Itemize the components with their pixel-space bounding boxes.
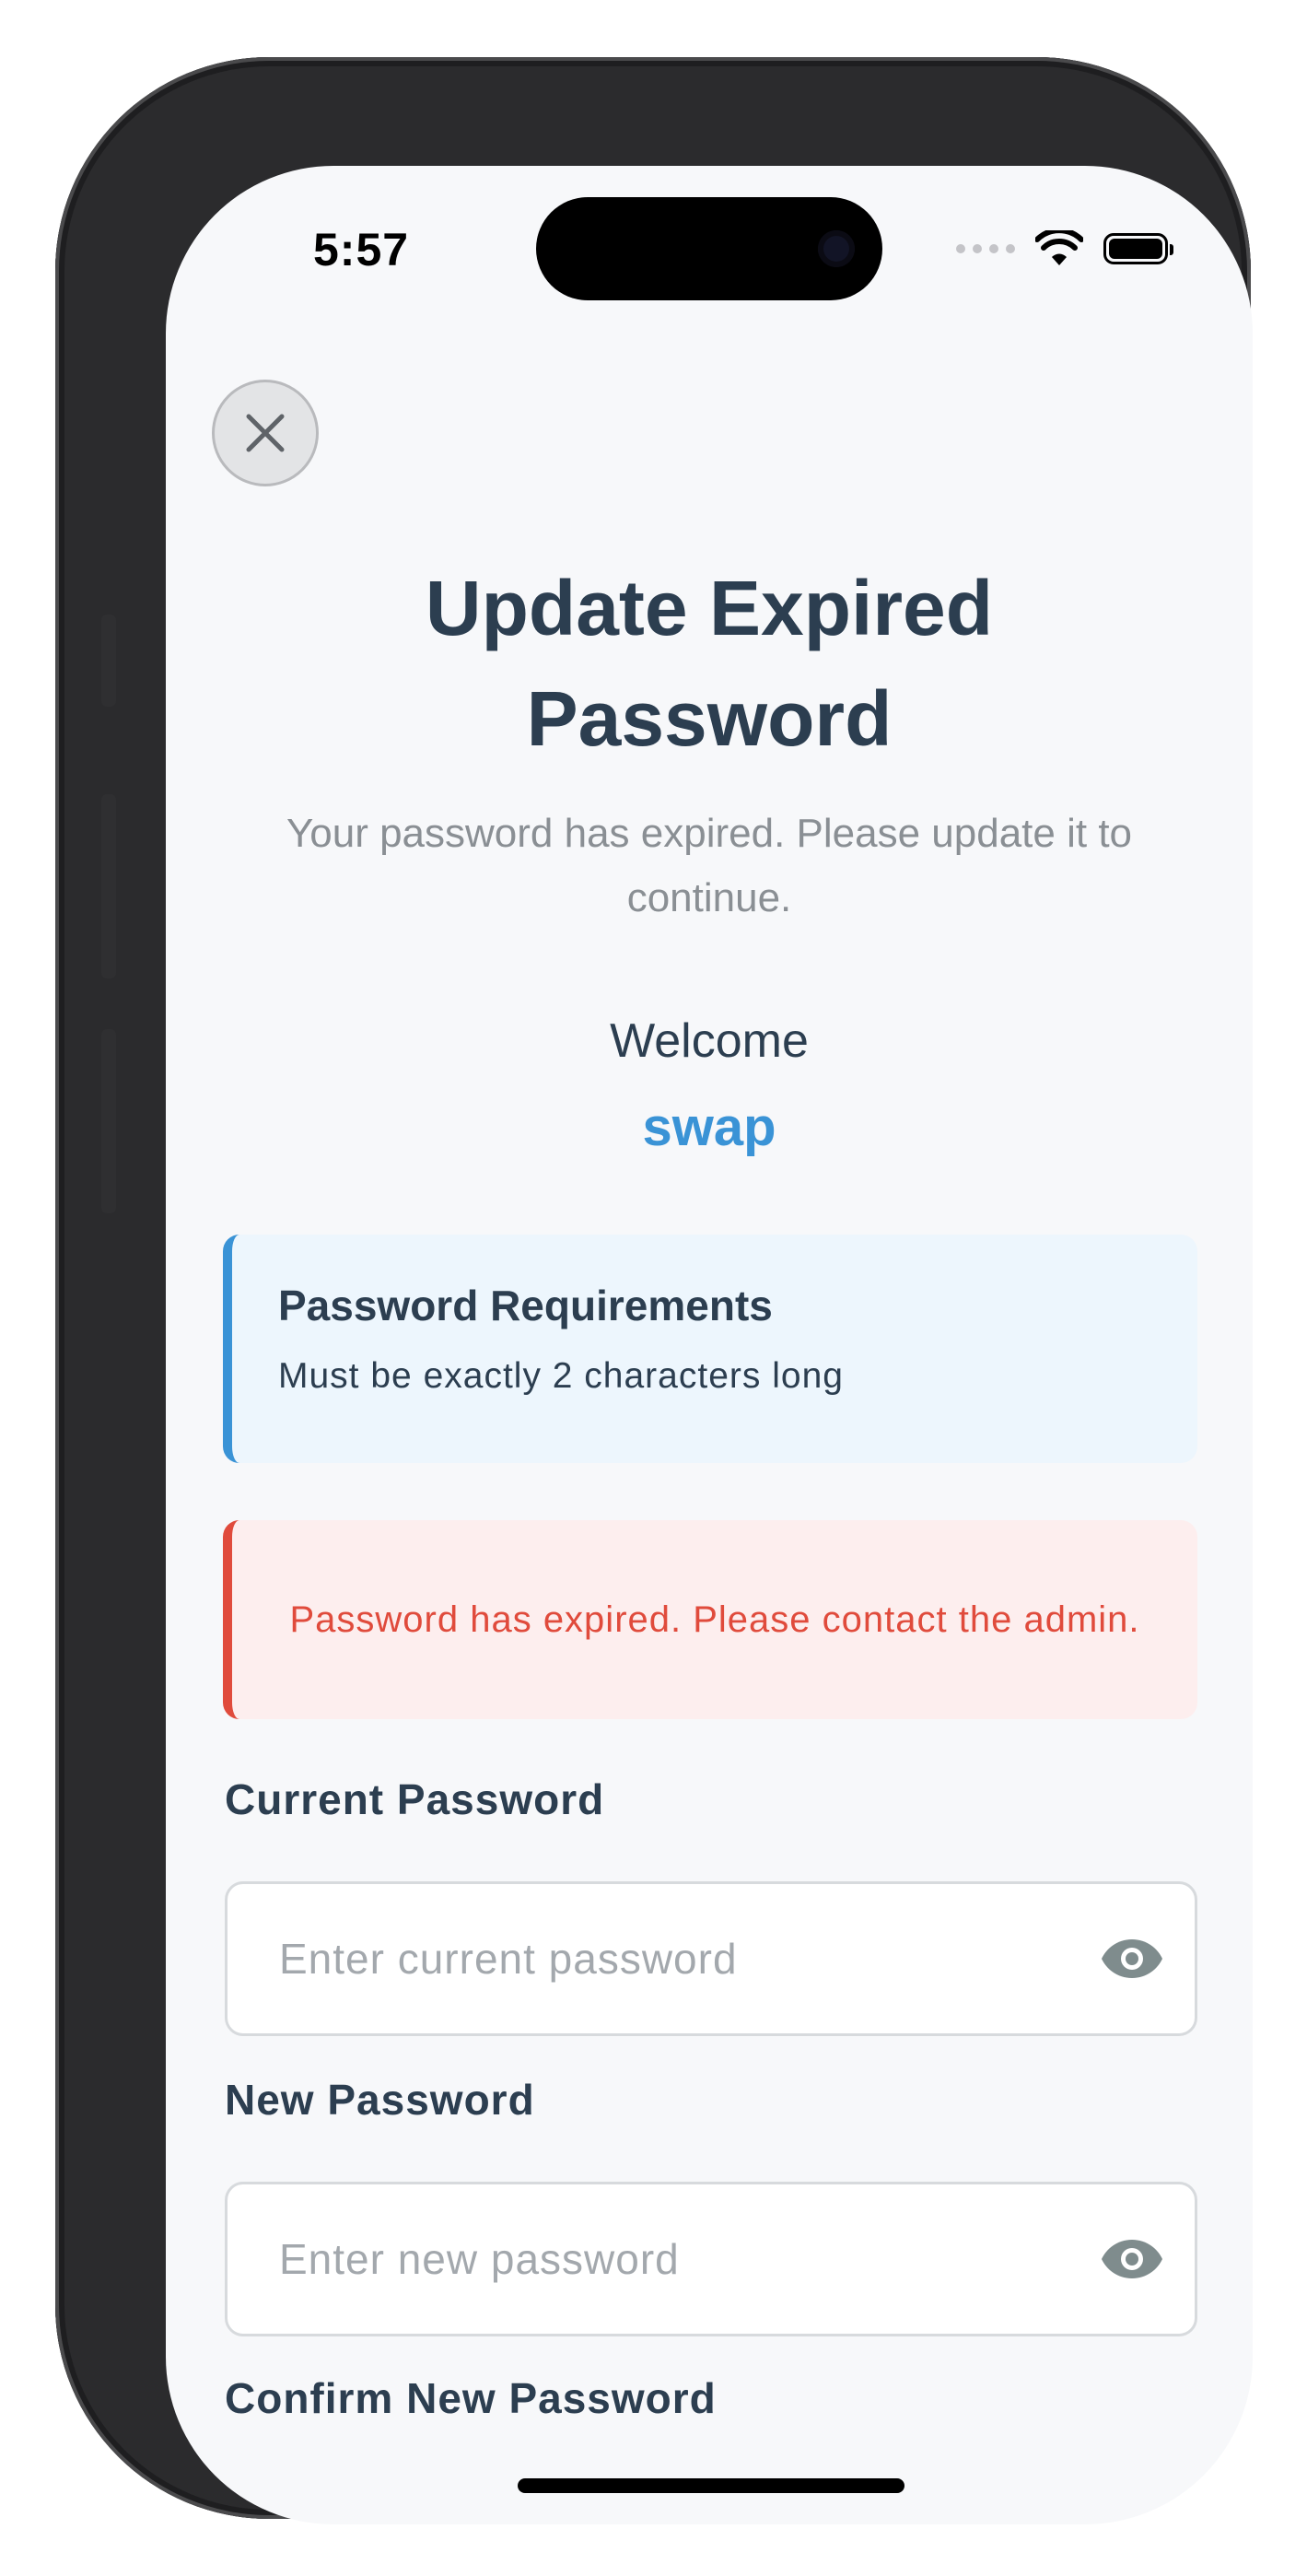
wifi-icon	[1035, 230, 1083, 265]
page-title-line-1: Update Expired	[425, 565, 994, 651]
page-title-line-2: Password	[526, 675, 893, 762]
camera-icon	[818, 230, 855, 267]
action-button	[101, 615, 116, 707]
home-indicator[interactable]	[518, 2478, 904, 2493]
close-icon	[246, 414, 285, 452]
error-message: Password has expired. Please contact the…	[289, 1599, 1140, 1640]
current-password-field	[225, 1881, 1197, 2036]
password-requirements-box: Password Requirements Must be exactly 2 …	[223, 1235, 1197, 1463]
new-password-input[interactable]	[279, 2184, 1034, 2334]
requirements-text: Must be exactly 2 characters long	[278, 1356, 844, 1396]
toggle-new-password-visibility[interactable]	[1101, 2231, 1163, 2287]
status-time: 5:57	[313, 224, 410, 275]
username: swap	[642, 1097, 776, 1157]
screen: 5:57 Update Expired Password Your passwo…	[166, 166, 1253, 2524]
current-password-input[interactable]	[279, 1884, 1034, 2033]
volume-up-button	[101, 794, 116, 978]
cellular-signal-icon	[956, 244, 1015, 253]
new-password-field	[225, 2182, 1197, 2336]
eye-icon	[1102, 1939, 1162, 1978]
eye-icon	[1102, 2240, 1162, 2278]
close-button[interactable]	[212, 380, 319, 486]
page-title: Update Expired Password	[166, 553, 1253, 774]
current-password-label: Current Password	[225, 1775, 605, 1823]
welcome-label: Welcome	[610, 1014, 809, 1068]
confirm-password-label: Confirm New Password	[225, 2374, 717, 2422]
volume-down-button	[101, 1029, 116, 1213]
battery-icon	[1103, 233, 1173, 264]
requirements-title: Password Requirements	[278, 1282, 773, 1329]
status-indicators	[956, 230, 1173, 267]
phone-frame: 5:57 Update Expired Password Your passwo…	[55, 57, 1253, 2524]
page-subtitle: Your password has expired. Please update…	[286, 811, 1133, 920]
error-message-box: Password has expired. Please contact the…	[223, 1520, 1197, 1719]
toggle-current-password-visibility[interactable]	[1101, 1931, 1163, 1986]
dynamic-island	[536, 197, 882, 300]
new-password-label: New Password	[225, 2076, 535, 2124]
